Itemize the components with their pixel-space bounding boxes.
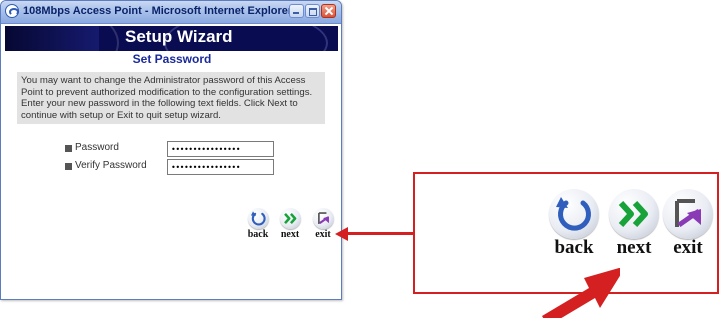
verify-password-row: Verify Password [65,159,295,175]
exit-button[interactable]: exit [310,208,336,240]
exit-icon [312,208,334,229]
verify-password-label: Verify Password [75,160,147,171]
wizard-title: Setup Wizard [125,27,233,46]
callout-arrow-line [346,232,413,235]
title-bar: 108Mbps Access Point - Microsoft Interne… [1,1,341,24]
verify-password-field[interactable] [167,159,274,175]
zoom-back-button[interactable]: back [544,189,604,259]
back-label: back [247,229,269,240]
page-subtitle: Set Password [132,52,212,66]
next-button[interactable]: next [276,208,304,240]
bullet-square [65,145,72,152]
password-label: Password [75,142,119,153]
password-row: Password [65,141,295,157]
zoom-next-label: next [616,237,652,258]
wizard-banner: Setup Wizard [5,26,338,51]
close-button[interactable] [321,4,336,18]
callout-arrow-head [335,227,348,241]
bullet-square [65,163,72,170]
next-icon [279,208,301,229]
zoom-back-label: back [554,237,594,258]
internet-explorer-icon [5,4,19,18]
password-field[interactable] [167,141,274,157]
browser-window: 108Mbps Access Point - Microsoft Interne… [0,0,342,300]
maximize-button[interactable] [305,4,320,18]
zoom-exit-label: exit [673,237,703,258]
zoom-exit-icon [663,189,713,239]
zoom-next-button[interactable]: next [603,189,665,259]
zoom-back-icon [549,189,599,239]
window-title: 108Mbps Access Point - Microsoft Interne… [23,5,293,17]
next-label: next [280,229,300,240]
zoom-next-icon [609,189,659,239]
exit-label: exit [315,229,331,240]
description-text: You may want to change the Administrator… [17,72,325,124]
zoom-exit-button[interactable]: exit [660,189,716,259]
pointer-arrow-icon [542,268,620,318]
minimize-button[interactable] [289,4,304,18]
back-button[interactable]: back [245,208,271,240]
back-icon [247,208,269,229]
